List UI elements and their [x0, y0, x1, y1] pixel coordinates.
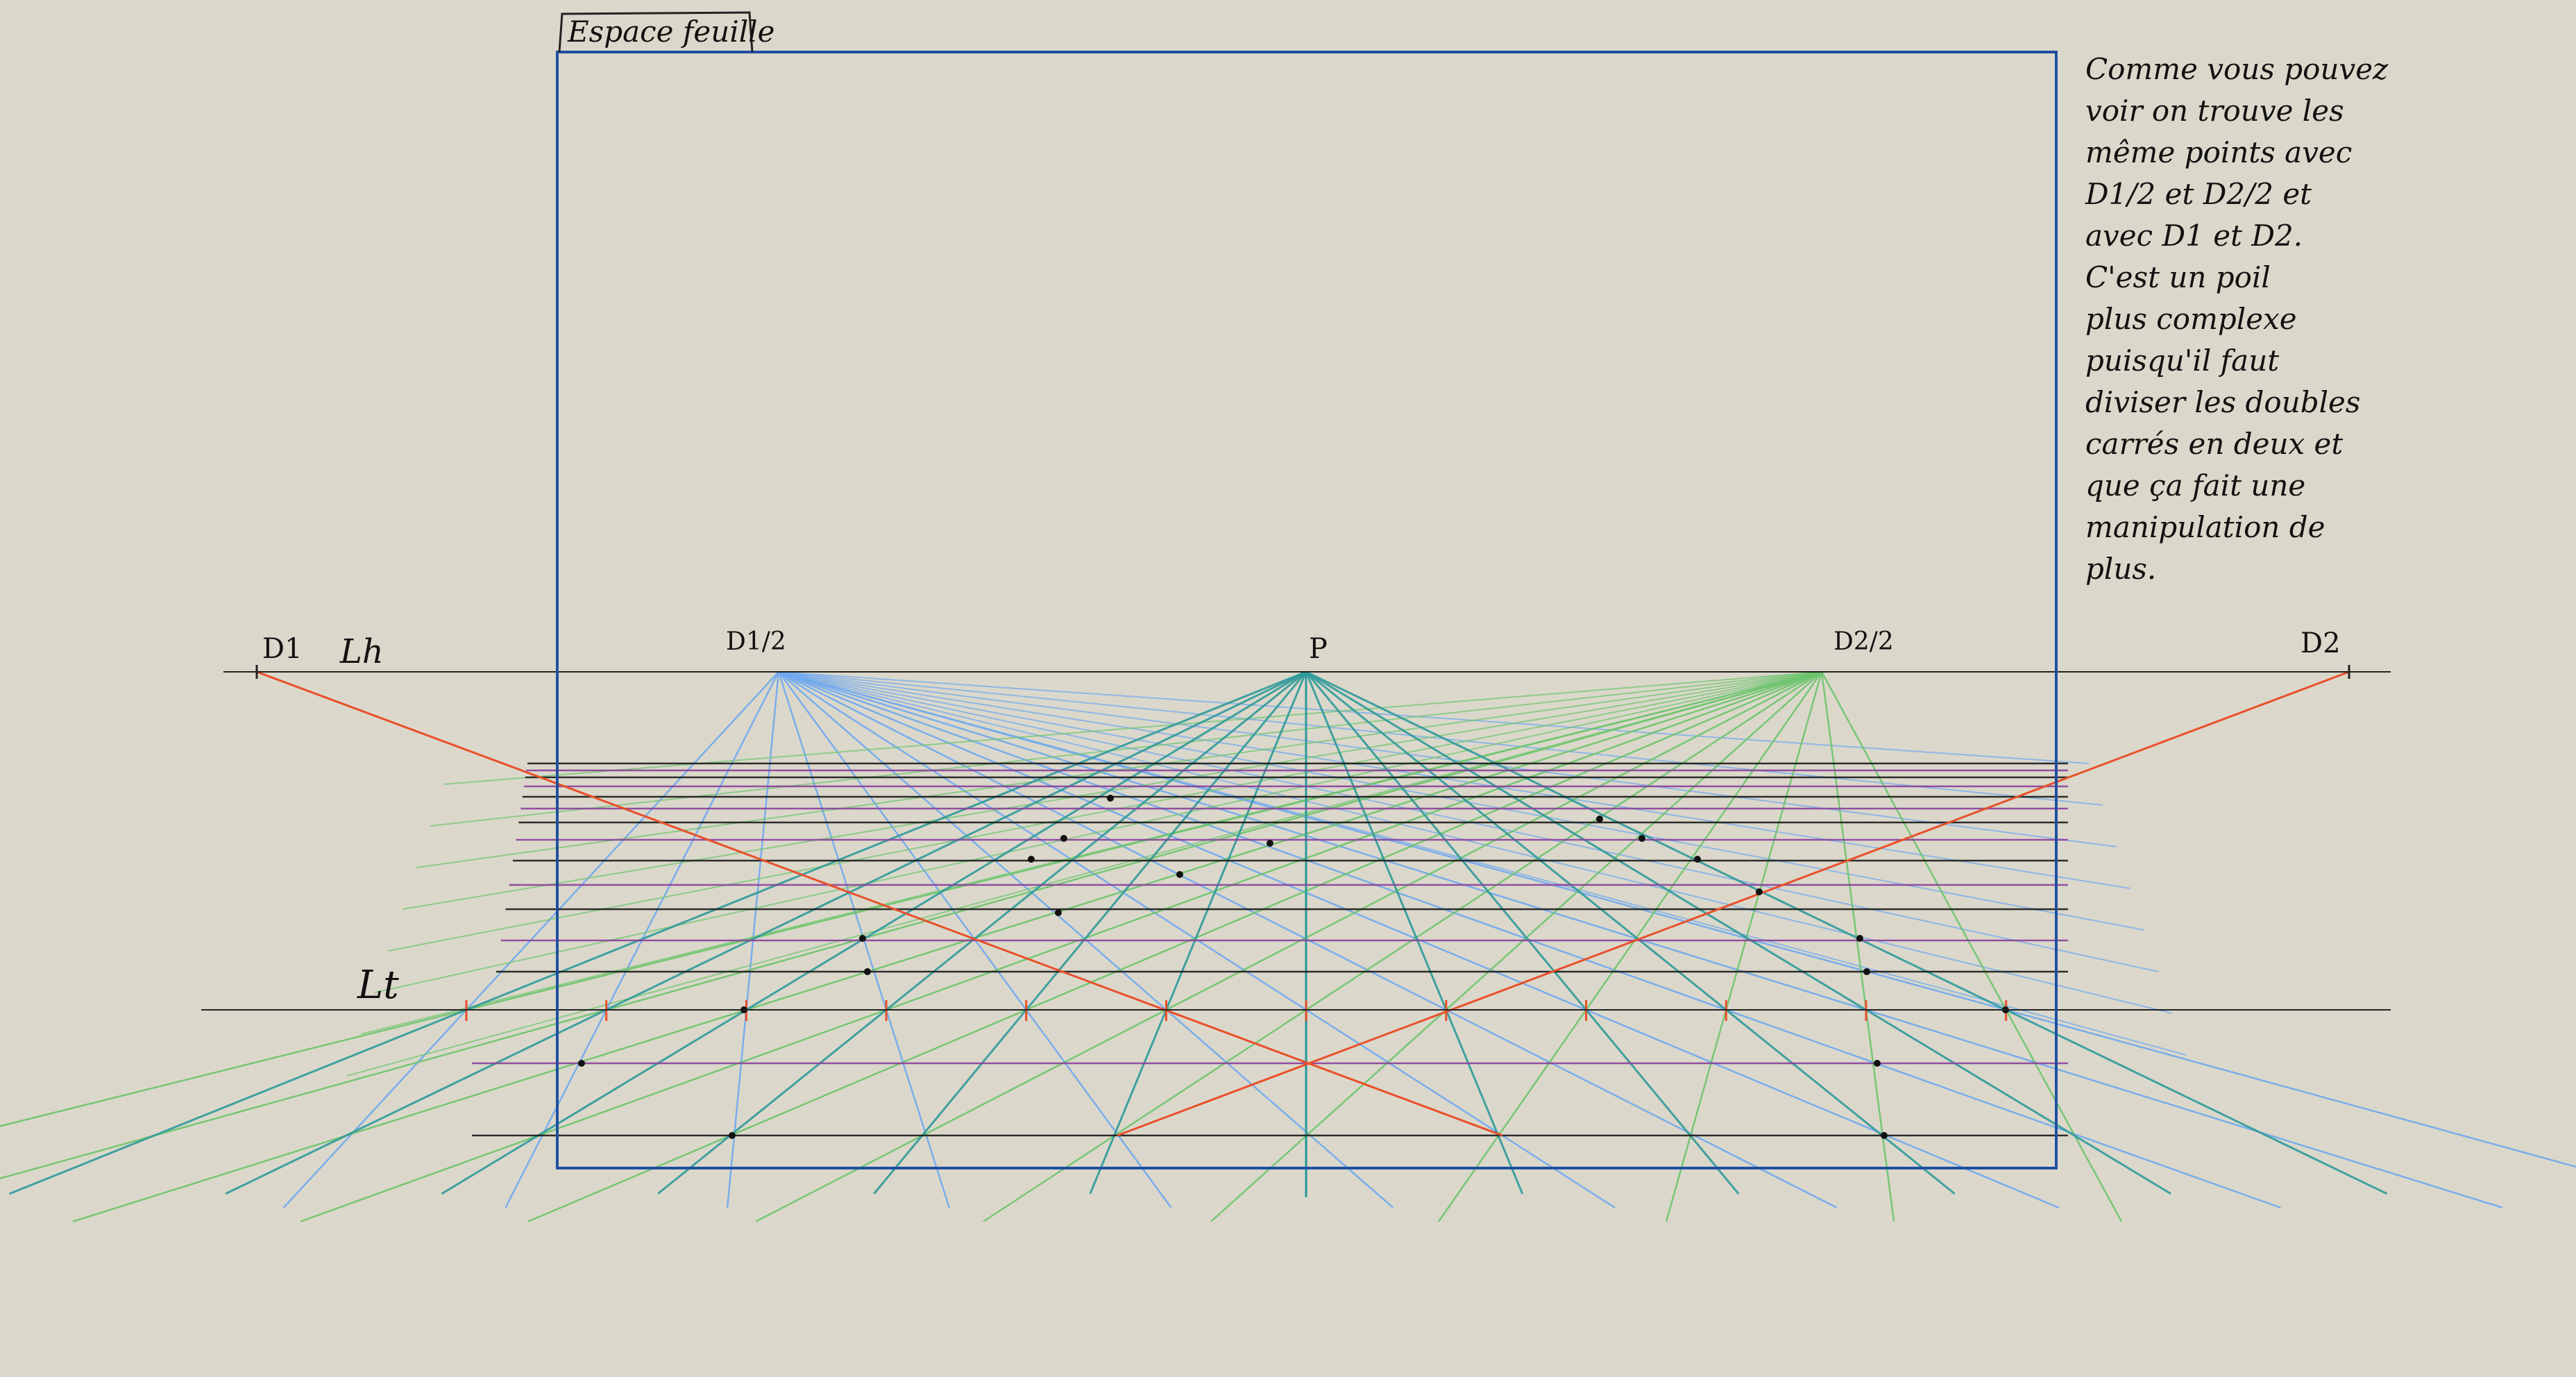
d1-half-ray [778, 671, 2117, 847]
point-d2-label: D2 [2300, 627, 2341, 659]
p-ray [1089, 671, 1307, 1194]
intersection-dot [1863, 968, 1870, 975]
intersection-dot [729, 1132, 736, 1139]
note-line: Comme vous pouvez [2085, 52, 2389, 86]
intersection-dot [1638, 835, 1645, 842]
sheet-label: Espace feuille [567, 15, 774, 49]
intersection-dot [1060, 835, 1067, 842]
d2-half-ray [1210, 671, 1822, 1222]
note-line: manipulation de [2085, 510, 2325, 544]
d2-half-ray [300, 670, 1822, 1223]
note-line: voir on trouve les [2085, 94, 2344, 128]
note-line: puisqu'il faut [2085, 344, 2280, 378]
horizon-label: Lh [339, 632, 384, 671]
d2-half-ray [983, 670, 1822, 1223]
p-ray [1305, 670, 2388, 1195]
intersection-dot [1028, 856, 1035, 863]
note-line: diviser les doubles [2085, 385, 2361, 419]
point-d2-half-label: D2/2 [1833, 627, 1894, 656]
d1-half-ray [778, 671, 2173, 1014]
d1-half-ray [778, 671, 2103, 806]
intersection-dot [1881, 1132, 1888, 1139]
intersection-dot [578, 1060, 585, 1067]
note-line: plus complexe [2085, 302, 2297, 336]
ground-label: Lt [357, 963, 399, 1008]
intersection-dot [1856, 935, 1863, 942]
d2-half-ray [1820, 671, 1895, 1222]
d2-half-ray [1665, 671, 1823, 1222]
intersection-dot [1055, 909, 1062, 916]
note-line: D1/2 et D2/2 et [2085, 177, 2312, 211]
note-line: avec D1 et D2. [2085, 219, 2303, 253]
note-line: même points avec [2085, 135, 2353, 169]
p-ray [873, 671, 1307, 1194]
d2-half-ray [1820, 671, 2123, 1222]
diagonal-from-d2 [1117, 670, 2350, 1137]
d2-half-rays [0, 670, 2123, 1223]
intersection-dot [864, 968, 871, 975]
d2-half-ray [374, 671, 1822, 993]
note-line: que ça fait une [2085, 468, 2306, 502]
d2-half-ray [360, 671, 1822, 1035]
d2-half-ray [430, 671, 1822, 827]
d2-half-ray [72, 670, 1822, 1223]
note-line: plus. [2085, 552, 2157, 586]
intersection-dot [1874, 1060, 1881, 1067]
note-line: carrés en deux et [2085, 427, 2344, 461]
p-ray [1305, 670, 2171, 1195]
p-ray [9, 670, 1307, 1195]
p-ray [1305, 671, 1740, 1194]
d2-half-ray [402, 671, 1822, 910]
p-ray [441, 670, 1307, 1195]
intersection-dot [1266, 840, 1273, 847]
d2-half-ray [1438, 671, 1823, 1222]
p-ray [1305, 671, 1524, 1194]
point-d1-label: D1 [262, 633, 303, 665]
intersection-dot [1694, 856, 1701, 863]
note-line: C'est un poil [2085, 260, 2271, 294]
point-d1-half-label: D1/2 [726, 627, 786, 656]
intersection-dot [1176, 871, 1183, 878]
intersection-dot [1107, 795, 1114, 802]
explanation-note: Comme vous pouvez voir on trouve les même … [2085, 49, 2405, 590]
intersection-dot [1596, 816, 1603, 822]
intersection-dot [859, 935, 866, 942]
point-p-label: P [1309, 633, 1328, 665]
intersection-dot [1756, 888, 1763, 895]
